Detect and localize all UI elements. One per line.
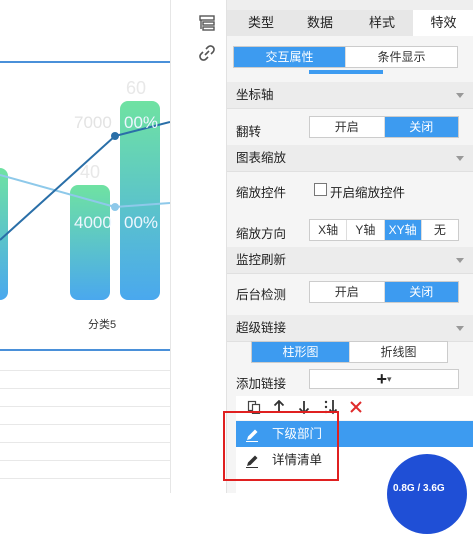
dark-line-point — [111, 132, 119, 140]
grid-line — [0, 388, 170, 389]
tab-data[interactable]: 数据 — [289, 10, 351, 36]
panel-top-strip — [227, 0, 473, 10]
chart-svg — [0, 61, 170, 351]
bar-inner-label: 4000 — [74, 213, 112, 232]
section-monitor-title: 监控刷新 — [236, 253, 287, 267]
chevron-down-icon — [456, 326, 464, 331]
memory-usage-text: 0.8G / 3.6G — [393, 483, 445, 494]
zoom-direction-label: 缩放方向 — [236, 227, 287, 241]
section-axis[interactable]: 坐标轴 — [227, 82, 473, 109]
zoom-direction-selector: X轴 Y轴 XY轴 无 — [309, 219, 459, 241]
flip-label: 翻转 — [236, 125, 262, 139]
bar-inner-label: 7000 — [74, 113, 112, 132]
bar-inner-label: 00% — [124, 113, 159, 132]
section-axis-title: 坐标轴 — [236, 88, 274, 102]
memory-usage-badge[interactable] — [387, 454, 467, 534]
bar-inner-label: 00% — [124, 213, 159, 232]
grid-line — [0, 460, 170, 461]
series-tab-bar[interactable]: 柱形图 — [252, 342, 350, 362]
section-hyperlink-title: 超级链接 — [236, 321, 287, 335]
subtab-interaction[interactable]: 交互属性 — [234, 47, 346, 67]
flip-off-option[interactable]: 关闭 — [384, 117, 458, 137]
section-monitor[interactable]: 监控刷新 — [227, 247, 473, 274]
interaction-subtabs: 交互属性 条件显示 — [233, 46, 458, 68]
tab-style[interactable]: 样式 — [351, 10, 413, 36]
chart-canvas: 60 40 7000 00% 4000 00% 分类5 — [0, 0, 171, 493]
hyperlink-series-tabs: 柱形图 折线图 — [251, 341, 448, 363]
light-line-point — [111, 203, 119, 211]
add-link-label: 添加链接 — [236, 377, 287, 391]
section-zoom[interactable]: 图表缩放 — [227, 145, 473, 172]
zoom-control-checkbox[interactable] — [314, 183, 327, 196]
flip-on-option[interactable]: 开启 — [310, 117, 385, 137]
bar-4 — [70, 185, 110, 300]
zoom-x-option[interactable]: X轴 — [310, 220, 348, 240]
properties-icon[interactable] — [198, 14, 216, 32]
add-link-button[interactable]: +▾ — [309, 369, 459, 389]
grid-line — [0, 370, 170, 371]
grid-line — [0, 406, 170, 407]
background-check-label: 后台检测 — [236, 288, 287, 302]
zoom-none-option[interactable]: 无 — [422, 220, 458, 240]
chevron-down-icon — [456, 258, 464, 263]
zoom-y-option[interactable]: Y轴 — [347, 220, 385, 240]
grid-line — [0, 442, 170, 443]
category-label: 分类5 — [88, 319, 117, 331]
zoom-xy-option[interactable]: XY轴 — [384, 220, 422, 240]
zoom-control-label: 缩放控件 — [236, 186, 287, 200]
monitor-off-option[interactable]: 关闭 — [384, 282, 458, 302]
delete-icon[interactable] — [349, 400, 363, 417]
background-check-toggle: 开启 关闭 — [309, 281, 459, 303]
tab-type[interactable]: 类型 — [233, 10, 289, 36]
tab-bar: 类型 数据 样式 特效 — [227, 10, 473, 36]
bar-top-label-4: 40 — [80, 162, 101, 182]
zoom-control-checkbox-label[interactable]: 开启缩放控件 — [330, 182, 405, 201]
monitor-on-option[interactable]: 开启 — [310, 282, 385, 302]
flip-toggle: 开启 关闭 — [309, 116, 459, 138]
subtab-condition[interactable]: 条件显示 — [346, 47, 457, 67]
section-hyperlink[interactable]: 超级链接 — [227, 315, 473, 342]
section-zoom-title: 图表缩放 — [236, 151, 287, 165]
grid-line — [0, 478, 170, 479]
icon-rail — [186, 0, 226, 493]
dropdown-arrow-icon: ▾ — [386, 374, 392, 384]
subtab-scroll-indicator[interactable] — [309, 70, 383, 74]
chevron-down-icon — [456, 156, 464, 161]
bar-top-label-5: 60 — [126, 78, 147, 98]
grid-line — [0, 424, 170, 425]
tab-effects[interactable]: 特效 — [413, 10, 473, 36]
link-icon[interactable] — [198, 44, 216, 62]
plus-icon: + — [376, 369, 387, 389]
chevron-down-icon — [456, 93, 464, 98]
series-tab-line[interactable]: 折线图 — [350, 342, 447, 362]
highlight-box — [223, 411, 339, 481]
